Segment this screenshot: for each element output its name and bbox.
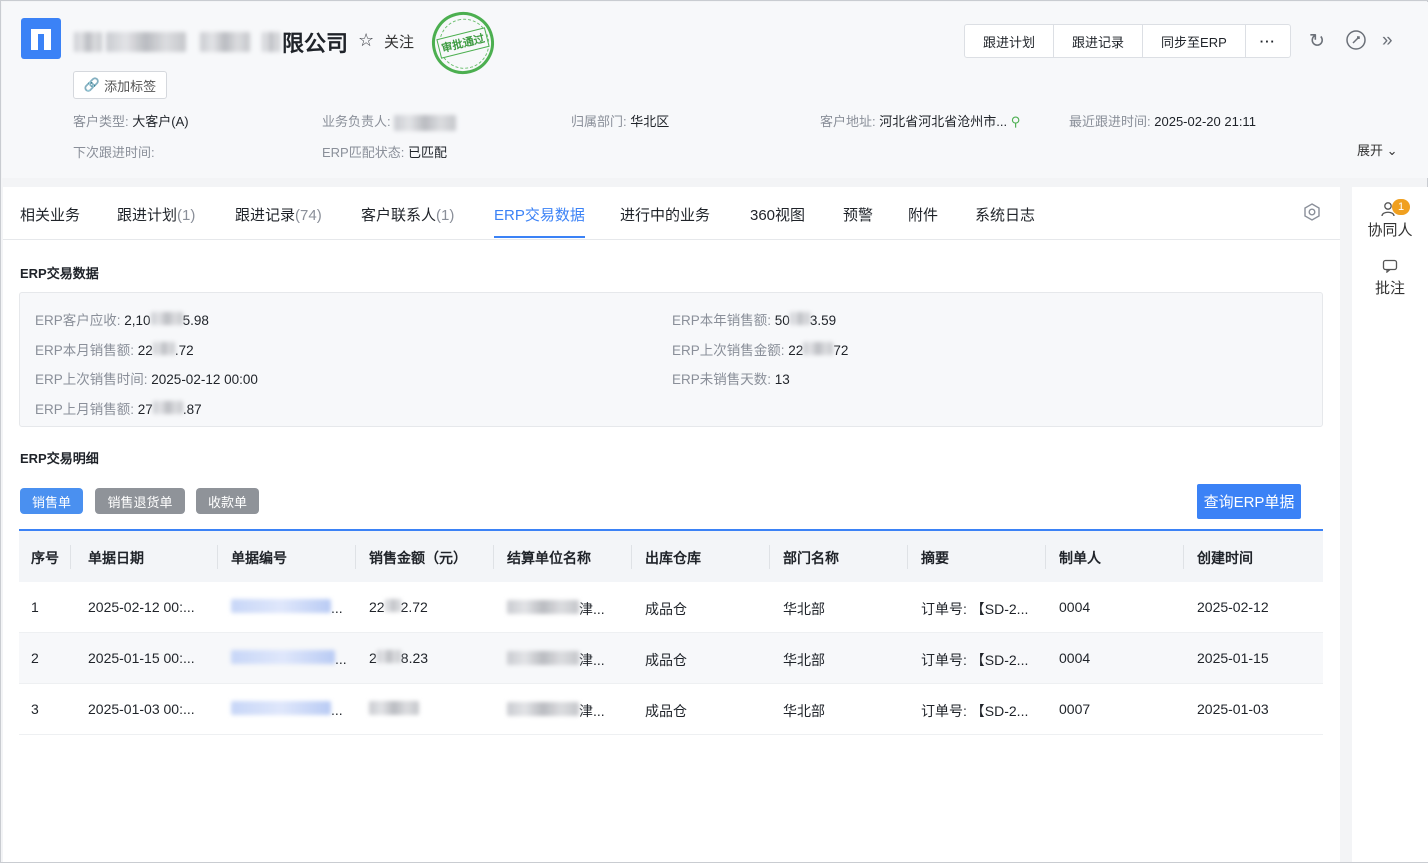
address-field: 客户地址: 河北省河北省沧州市... ⚲: [820, 114, 1021, 129]
followup-record-button[interactable]: 跟进记录: [1054, 25, 1144, 57]
erp-detail-table: 序号 单据日期 单据编号 销售金额（元） 结算单位名称 出库仓库 部门名称 摘要…: [19, 529, 1323, 735]
more-button[interactable]: ···: [1246, 25, 1290, 57]
erp-month-sales: ERP本月销售额: 22.72: [35, 342, 194, 358]
star-icon[interactable]: ☆: [358, 30, 374, 51]
right-rail: 1 协同人 批注: [1352, 187, 1428, 862]
tab-related-business[interactable]: 相关业务: [20, 204, 80, 225]
col-warehouse: 出库仓库: [645, 550, 701, 566]
table-row[interactable]: 2 2025-01-15 00:... ... 2 8.23 津... 成品仓 华…: [19, 633, 1323, 684]
tab-followup-records[interactable]: 跟进记录(74): [235, 204, 322, 225]
erp-last-month-sales: ERP上月销售额: 27.87: [35, 401, 202, 417]
erp-detail-title: ERP交易明细: [20, 451, 99, 466]
erp-summary-title: ERP交易数据: [20, 266, 99, 281]
table-row[interactable]: 1 2025-02-12 00:... ... 22 2.72 津... 成品仓 …: [19, 582, 1323, 633]
tab-erp-data[interactable]: ERP交易数据: [494, 204, 585, 238]
collaborators-button[interactable]: 1 协同人: [1352, 195, 1428, 240]
stamp-text: 审批通过: [436, 27, 490, 59]
col-amount: 销售金额（元）: [369, 550, 467, 566]
col-created: 创建时间: [1197, 550, 1253, 566]
redacted-owner: [394, 114, 457, 131]
collaborators-label: 协同人: [1367, 222, 1413, 239]
main-panel: 相关业务 跟进计划(1) 跟进记录(74) 客户联系人(1) ERP交易数据 进…: [3, 187, 1340, 862]
table-row[interactable]: 3 2025-01-03 00:... ... 津... 成品仓 华北部 订单号…: [19, 684, 1323, 735]
sync-erp-button[interactable]: 同步至ERP: [1143, 25, 1246, 57]
comment-icon: [1352, 259, 1428, 277]
erp-last-amount: ERP上次销售金额: 22 72: [672, 342, 849, 358]
app-frame: 限公司 ☆ 关注 审批通过 🔗 添加标签 跟进计划 跟进记录 同步至ERP ··…: [0, 0, 1428, 863]
erp-receivable: ERP客户应收: 2,10 5.98: [35, 312, 209, 328]
col-no: 序号: [31, 550, 59, 566]
header-action-buttons: 跟进计划 跟进记录 同步至ERP ···: [964, 24, 1291, 58]
add-tag-button[interactable]: 🔗 添加标签: [73, 71, 167, 99]
erp-year-sales: ERP本年销售额: 50 3.59: [672, 312, 837, 328]
col-unit: 结算单位名称: [507, 550, 591, 566]
link-icon: 🔗: [83, 77, 101, 92]
add-tag-label: 添加标签: [104, 78, 157, 94]
tab-in-progress[interactable]: 进行中的业务: [620, 204, 710, 225]
col-dept: 部门名称: [783, 550, 839, 566]
filter-sales-return[interactable]: 销售退货单: [95, 488, 185, 514]
tab-attachments[interactable]: 附件: [908, 204, 938, 225]
redacted-name-part: [106, 32, 186, 52]
table-header: 序号 单据日期 单据编号 销售金额（元） 结算单位名称 出库仓库 部门名称 摘要…: [19, 529, 1323, 582]
redacted-name-part: [74, 32, 102, 52]
tab-360-view[interactable]: 360视图: [750, 204, 805, 225]
col-code: 单据编号: [231, 550, 287, 566]
tab-system-log[interactable]: 系统日志: [975, 204, 1035, 225]
col-summary: 摘要: [921, 550, 949, 566]
tab-followup-plan[interactable]: 跟进计划(1): [117, 204, 195, 225]
company-name-suffix: 限公司: [282, 31, 349, 56]
erp-no-sale-days: ERP未销售天数: 13: [672, 372, 790, 387]
tab-bar: 相关业务 跟进计划(1) 跟进记录(74) 客户联系人(1) ERP交易数据 进…: [3, 187, 1340, 240]
expand-button[interactable]: 展开 ⌄: [1357, 140, 1398, 159]
customer-type-field: 客户类型: 大客户(A): [73, 114, 189, 129]
tab-contacts[interactable]: 客户联系人(1): [361, 204, 454, 225]
approved-stamp: 审批通过: [425, 5, 501, 81]
col-maker: 制单人: [1059, 550, 1101, 566]
redacted-name-part: [262, 32, 280, 52]
last-followup-field: 最近跟进时间: 2025-02-20 21:11: [1069, 114, 1256, 129]
double-chevron-down-icon: ⌄: [1386, 143, 1398, 158]
filter-sales-order[interactable]: 销售单: [20, 488, 83, 514]
department-field: 归属部门: 华北区: [571, 114, 670, 129]
erp-summary-card: ERP客户应收: 2,10 5.98 ERP本月销售额: 22.72 ERP上次销…: [19, 292, 1323, 427]
follow-button[interactable]: 关注: [384, 31, 414, 52]
double-chevron-right-icon[interactable]: »: [1382, 30, 1393, 52]
col-date: 单据日期: [88, 550, 144, 566]
filter-receipt[interactable]: 收款单: [196, 488, 259, 514]
collaborators-badge: 1: [1392, 199, 1410, 215]
map-person-icon[interactable]: ⚲: [1011, 114, 1021, 129]
tab-warnings[interactable]: 预警: [843, 204, 873, 225]
query-erp-button[interactable]: 查询ERP单据: [1197, 484, 1301, 519]
erp-last-sale-time: ERP上次销售时间: 2025-02-12 00:00: [35, 372, 258, 387]
owner-field: 业务负责人:: [322, 111, 457, 131]
settings-icon[interactable]: [1303, 203, 1321, 221]
next-followup-field: 下次跟进时间:: [73, 145, 155, 160]
person-icon: [1352, 195, 1428, 217]
erp-match-field: ERP匹配状态: 已匹配: [322, 145, 447, 160]
refresh-icon[interactable]: ↻: [1309, 30, 1325, 53]
followup-plan-button[interactable]: 跟进计划: [965, 25, 1055, 57]
pin-icon[interactable]: [1345, 29, 1367, 57]
company-name: 限公司: [74, 26, 348, 58]
redacted-name-part: [200, 32, 250, 52]
comments-button[interactable]: 批注: [1352, 259, 1428, 298]
comments-label: 批注: [1374, 280, 1405, 297]
building-icon: [31, 29, 51, 50]
customer-header: 限公司 ☆ 关注 审批通过 🔗 添加标签 跟进计划 跟进记录 同步至ERP ··…: [2, 2, 1428, 178]
company-logo: [21, 18, 61, 59]
